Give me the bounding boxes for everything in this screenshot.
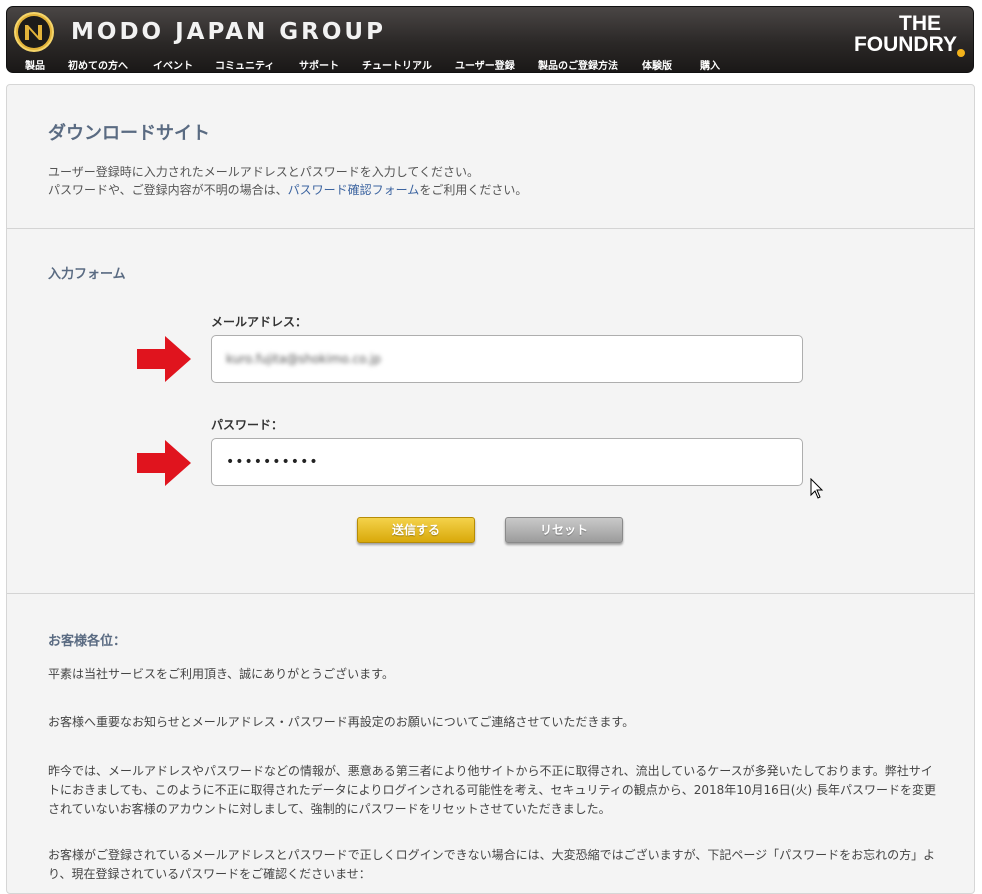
intro-line-2: パスワードや、ご登録内容が不明の場合は、パスワード確認フォームをご利用ください。: [48, 181, 527, 198]
password-label: パスワード：: [211, 418, 284, 432]
nav-item-tutorial[interactable]: チュートリアル: [362, 57, 432, 72]
nav-item-product-registration[interactable]: 製品のご登録方法: [538, 57, 618, 72]
modo-logo-icon[interactable]: [14, 12, 54, 52]
main-panel: ダウンロードサイト ユーザー登録時に入力されたメールアドレスとパスワードを入力し…: [6, 84, 975, 894]
nav-item-beginners[interactable]: 初めての方へ: [68, 57, 128, 72]
nav-item-user-registration[interactable]: ユーザー登録: [455, 57, 515, 72]
nav-item-support[interactable]: サポート: [299, 57, 339, 72]
email-value: kuro.fujita@shokimo.co.jp: [226, 352, 381, 366]
nav-item-products[interactable]: 製品: [25, 57, 45, 72]
email-label: メールアドレス：: [211, 315, 308, 329]
mouse-cursor-icon: [810, 478, 824, 499]
divider: [7, 593, 974, 594]
notice-paragraph: お客様がご登録されているメールアドレスとパスワードで正しくログインできない場合に…: [48, 848, 936, 881]
arrow-right-icon: [137, 440, 191, 486]
divider: [7, 228, 974, 229]
password-field[interactable]: ••••••••••: [211, 438, 803, 486]
main-nav: 製品 初めての方へ イベント コミュニティ サポート チュートリアル ユーザー登…: [7, 57, 973, 72]
nav-item-purchase[interactable]: 購入: [700, 57, 720, 72]
notice-paragraph: お客様へ重要なお知らせとメールアドレス・パスワード再設定のお願いについてご連絡さ…: [48, 715, 635, 729]
nav-item-trial[interactable]: 体験版: [642, 57, 672, 72]
intro-line-1: ユーザー登録時に入力されたメールアドレスとパスワードを入力してください。: [48, 165, 480, 179]
nav-item-community[interactable]: コミュニティ: [215, 57, 274, 72]
password-confirm-form-link[interactable]: パスワード確認フォーム: [288, 183, 420, 197]
foundry-dot-icon: [957, 49, 965, 57]
notice-paragraph: 昨今では、メールアドレスやパスワードなどの情報が、悪意ある第三者により他サイトか…: [48, 764, 936, 816]
email-field[interactable]: kuro.fujita@shokimo.co.jp: [211, 335, 803, 383]
nav-item-events[interactable]: イベント: [153, 57, 193, 72]
intro-line-2-before: パスワードや、ご登録内容が不明の場合は、: [48, 183, 288, 197]
foundry-line1: THE: [899, 12, 941, 35]
arrow-right-icon: [137, 336, 191, 382]
brand-title[interactable]: MODO JAPAN GROUP: [71, 19, 386, 45]
page-title: ダウンロードサイト: [48, 123, 210, 144]
site-header: MODO JAPAN GROUP THE FOUNDRY 製品 初めての方へ イ…: [6, 6, 974, 73]
form-section-title: 入力フォーム: [48, 267, 126, 282]
the-foundry-logo[interactable]: THE FOUNDRY: [845, 13, 965, 57]
submit-button[interactable]: 送信する: [357, 517, 475, 543]
notice-title: お客様各位：: [48, 634, 127, 649]
foundry-line2: FOUNDRY: [853, 33, 957, 56]
notice-paragraph: 平素は当社サービスをご利用頂き、誠にありがとうございます。: [48, 667, 394, 681]
intro-line-2-after: をご利用ください。: [419, 183, 528, 197]
reset-button[interactable]: リセット: [505, 517, 623, 543]
password-value: ••••••••••: [226, 454, 319, 470]
